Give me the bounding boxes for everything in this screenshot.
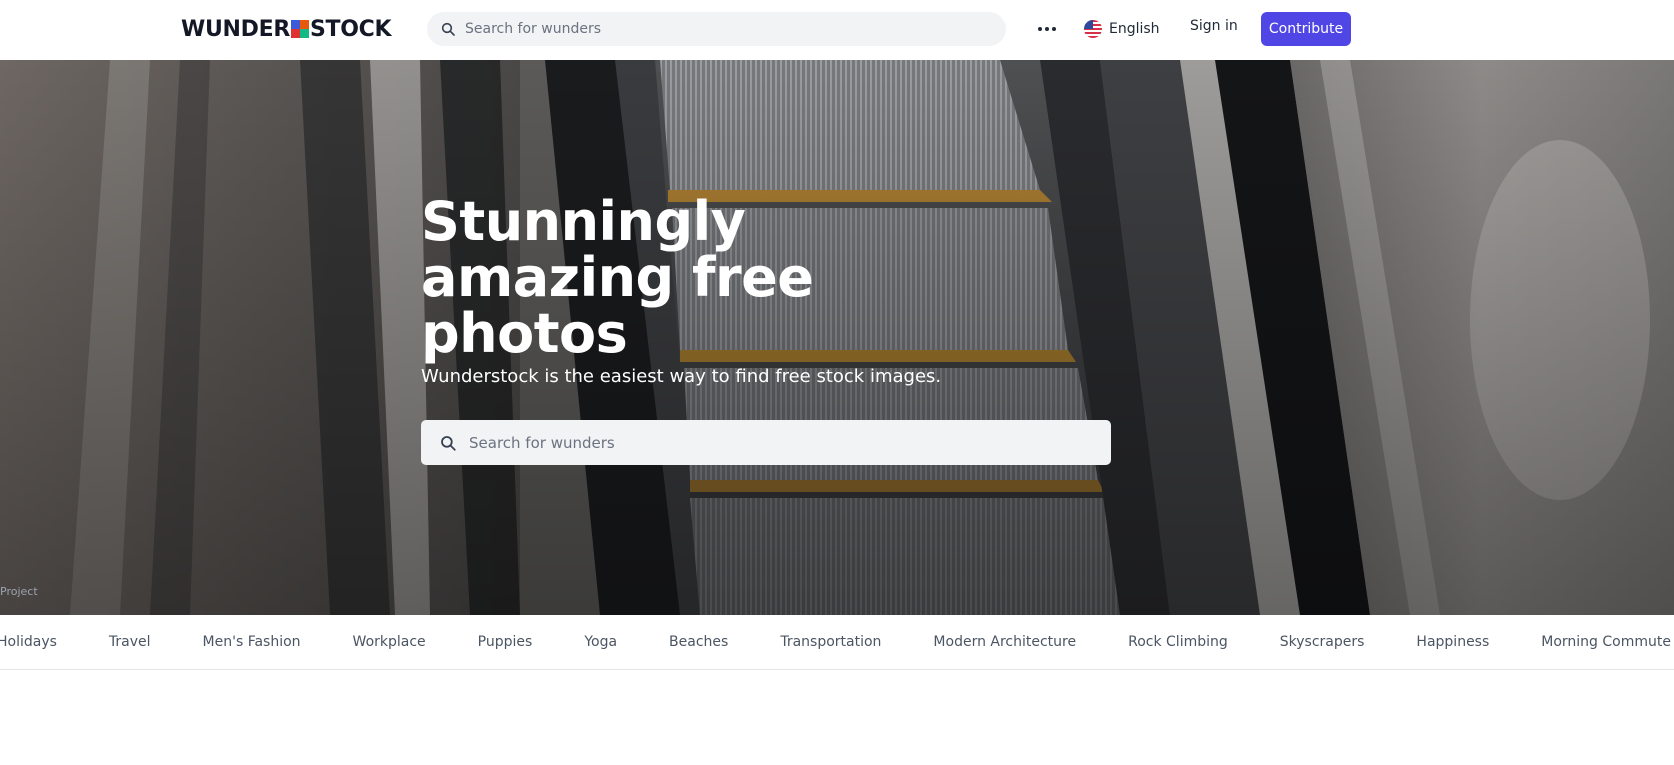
category-bar: Holidays Travel Men's Fashion Workplace …	[0, 615, 1674, 670]
search-icon	[441, 22, 455, 36]
category-morning-commute[interactable]: Morning Commute	[1541, 634, 1671, 650]
language-selector[interactable]: English	[1084, 16, 1160, 42]
language-label: English	[1109, 21, 1160, 37]
category-modern-architecture[interactable]: Modern Architecture	[933, 634, 1076, 650]
category-skyscrapers[interactable]: Skyscrapers	[1280, 634, 1365, 650]
search-icon	[441, 435, 456, 451]
hero-content: Stunningly amazing free photos Wundersto…	[421, 190, 1111, 465]
category-beaches[interactable]: Beaches	[669, 634, 728, 650]
category-workplace[interactable]: Workplace	[353, 634, 426, 650]
hero-title: Stunningly amazing free photos	[421, 190, 814, 365]
category-puppies[interactable]: Puppies	[478, 634, 533, 650]
category-track: Holidays Travel Men's Fashion Workplace …	[0, 615, 1674, 669]
contribute-button[interactable]: Contribute	[1261, 12, 1351, 46]
logo-text-left: WUNDER	[181, 16, 290, 42]
logo-mark-icon	[290, 20, 309, 38]
wunderstock-logo[interactable]: WUNDER STOCK	[181, 15, 392, 43]
header-search-bar[interactable]	[427, 12, 1006, 46]
category-travel[interactable]: Travel	[109, 634, 151, 650]
more-options-button[interactable]	[1034, 17, 1060, 41]
photo-credit[interactable]: Project	[0, 585, 38, 598]
category-yoga[interactable]: Yoga	[584, 634, 617, 650]
site-header: WUNDER STOCK English Sign in Contribute	[0, 0, 1674, 60]
category-holidays[interactable]: Holidays	[0, 634, 57, 650]
hero-search-bar[interactable]	[421, 420, 1111, 465]
hero-search-input[interactable]	[469, 433, 1089, 452]
us-flag-icon	[1084, 20, 1102, 38]
category-rock-climbing[interactable]: Rock Climbing	[1128, 634, 1228, 650]
sign-in-link[interactable]: Sign in	[1190, 18, 1238, 34]
logo-text-right: STOCK	[309, 16, 392, 42]
category-mens-fashion[interactable]: Men's Fashion	[203, 634, 301, 650]
hero-section: Stunningly amazing free photos Wundersto…	[0, 60, 1674, 615]
hero-subtitle: Wunderstock is the easiest way to find f…	[421, 366, 942, 387]
category-happiness[interactable]: Happiness	[1416, 634, 1489, 650]
header-search-input[interactable]	[465, 21, 985, 37]
category-transportation[interactable]: Transportation	[780, 634, 881, 650]
more-horizontal-icon	[1038, 27, 1042, 31]
